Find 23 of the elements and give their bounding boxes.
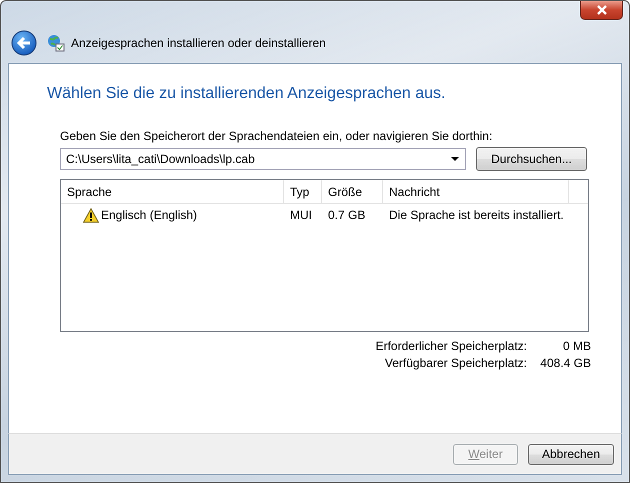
- column-header[interactable]: Größe: [322, 180, 383, 203]
- path-combobox[interactable]: C:\Users\lita_cati\Downloads\lp.cab: [60, 148, 466, 170]
- storage-value: 0 MB: [562, 339, 591, 353]
- window-title: Anzeigesprachen installieren oder deinstallieren: [71, 36, 326, 50]
- location-label: Geben Sie den Speicherort der Sprachendateien ein, oder navigieren Sie dorthin:: [60, 129, 494, 143]
- cancel-button[interactable]: Abbrechen: [528, 444, 614, 464]
- column-header[interactable]: Nachricht: [383, 180, 569, 203]
- page-heading: Wählen Sie die zu installierenden Anzeigesprachen aus.: [47, 85, 446, 103]
- storage-label: Verfügbarer Speicherplatz:: [384, 356, 527, 370]
- column-header[interactable]: Typ: [284, 180, 322, 203]
- table-cell: 0.7 GB: [328, 208, 366, 222]
- close-button[interactable]: [580, 1, 623, 20]
- storage-label: Erforderlicher Speicherplatz:: [376, 339, 527, 353]
- dropdown-arrow-icon: [451, 157, 459, 161]
- globe-icon: [47, 34, 65, 52]
- table-cell: MUI: [290, 208, 312, 222]
- column-header[interactable]: Sprache: [61, 180, 284, 203]
- table-cell: Die Sprache ist bereits installiert.: [389, 208, 564, 222]
- storage-value: 408.4 GB: [539, 356, 591, 370]
- back-button[interactable]: [11, 30, 37, 56]
- browse-button[interactable]: Durchsuchen...: [476, 147, 587, 171]
- table-cell: Englisch (English): [101, 208, 198, 222]
- close-icon: [596, 5, 608, 15]
